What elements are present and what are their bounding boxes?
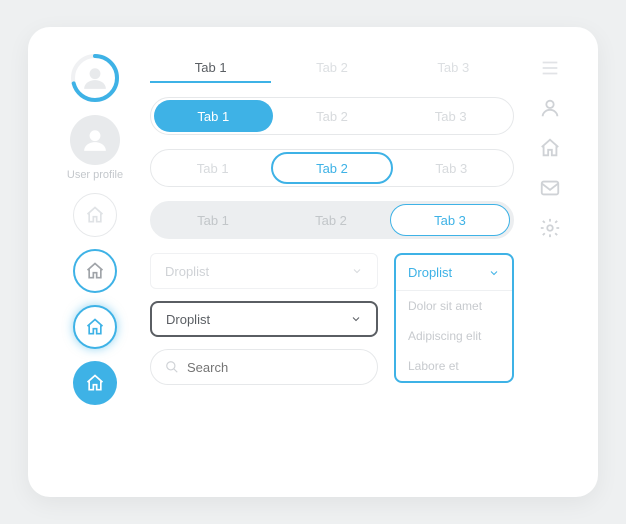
home-icon [85, 205, 105, 225]
avatar-icon [82, 65, 108, 91]
tabs-pills-outline: Tab 1 Tab 2 Tab 3 [150, 149, 514, 187]
tabs-pills-solid: Tab 1 Tab 2 Tab 3 [150, 97, 514, 135]
home-icon [85, 261, 105, 281]
chevron-down-icon [350, 313, 362, 325]
middle-column: Tab 1 Tab 2 Tab 3 Tab 1 Tab 2 Tab 3 Tab … [150, 53, 514, 477]
droplist-item[interactable]: Labore et [396, 351, 512, 381]
user-icon[interactable] [539, 97, 561, 119]
tab-pill-outline-1[interactable]: Tab 1 [154, 152, 271, 184]
tab-pill-gray-3[interactable]: Tab 3 [390, 204, 510, 236]
user-profile-label: User profile [67, 169, 123, 181]
tab-pill-solid-2[interactable]: Tab 2 [273, 100, 392, 132]
droplist-bold[interactable]: Droplist [150, 301, 378, 337]
tab-underline-3[interactable]: Tab 3 [393, 53, 514, 83]
tab-pill-solid-3[interactable]: Tab 3 [391, 100, 510, 132]
droplist-open-header[interactable]: Droplist [396, 255, 512, 291]
menu-icon[interactable] [539, 57, 561, 79]
droplist-item[interactable]: Dolor sit amet [396, 291, 512, 321]
home-button-solid[interactable] [73, 361, 117, 405]
home-icon [85, 317, 105, 337]
home-button-outline[interactable] [73, 249, 117, 293]
tabs-pills-gray: Tab 1 Tab 2 Tab 3 [150, 201, 514, 239]
chevron-down-icon [488, 267, 500, 279]
gear-icon[interactable] [539, 217, 561, 239]
avatar-progress[interactable] [70, 53, 120, 103]
tab-pill-outline-3[interactable]: Tab 3 [393, 152, 510, 184]
tab-pill-gray-1[interactable]: Tab 1 [154, 204, 272, 236]
search-field[interactable] [187, 360, 363, 375]
ui-kit-panel: User profile Tab 1 Tab 2 Ta [28, 27, 598, 497]
droplist-item[interactable]: Adipiscing elit [396, 321, 512, 351]
droplist-ghost[interactable]: Droplist [150, 253, 378, 289]
avatar-placeholder[interactable] [70, 115, 120, 165]
home-button-glow[interactable] [73, 305, 117, 349]
home-icon[interactable] [539, 137, 561, 159]
tab-pill-solid-1[interactable]: Tab 1 [154, 100, 273, 132]
search-input[interactable] [150, 349, 378, 385]
mail-icon[interactable] [539, 177, 561, 199]
tabs-underline: Tab 1 Tab 2 Tab 3 [150, 53, 514, 83]
droplists-row: Droplist Droplist Droplist [150, 253, 514, 385]
chevron-down-icon [351, 265, 363, 277]
tab-pill-gray-2[interactable]: Tab 2 [272, 204, 390, 236]
search-icon [165, 360, 179, 374]
droplist-label: Droplist [408, 265, 452, 280]
tab-pill-outline-2[interactable]: Tab 2 [271, 152, 392, 184]
droplist-label: Droplist [165, 264, 209, 279]
tab-underline-2[interactable]: Tab 2 [271, 53, 392, 83]
droplist-open[interactable]: Droplist Dolor sit amet Adipiscing elit … [394, 253, 514, 383]
home-icon [85, 373, 105, 393]
right-icon-bar [524, 53, 576, 477]
droplist-label: Droplist [166, 312, 210, 327]
tab-underline-1[interactable]: Tab 1 [150, 53, 271, 83]
left-column: User profile [50, 53, 140, 477]
home-button-ghost[interactable] [73, 193, 117, 237]
avatar-icon [82, 127, 108, 153]
